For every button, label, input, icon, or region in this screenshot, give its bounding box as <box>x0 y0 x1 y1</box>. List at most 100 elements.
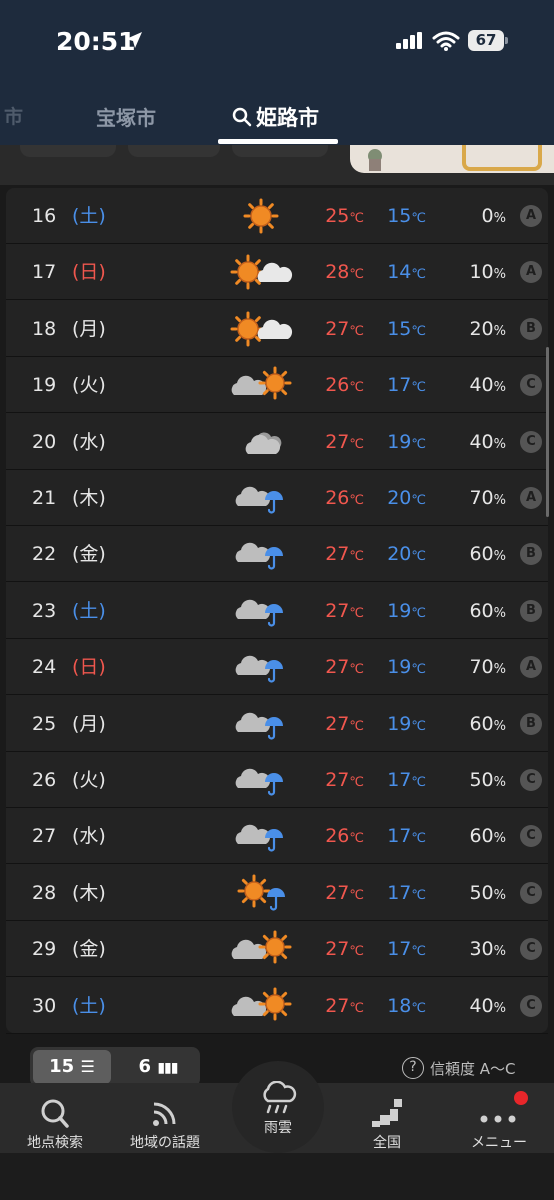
temp-unit: ℃ <box>349 831 364 847</box>
precip-value: 60 <box>469 825 494 848</box>
temp-unit: ℃ <box>349 662 364 678</box>
toggle-15-days[interactable]: 15 ☰ <box>33 1050 111 1084</box>
tab-himeji-label: 姫路市 <box>256 106 319 130</box>
forecast-row[interactable]: 28 (木) 27℃ 17℃ 50% C <box>6 865 548 921</box>
temp-unit: ℃ <box>411 549 426 565</box>
high-temp: 27℃ <box>325 301 364 357</box>
tab-partial[interactable]: 市 <box>4 102 23 129</box>
summary-card <box>128 145 220 157</box>
forecast-row[interactable]: 16 (土) 25℃ 15℃ 0% A <box>6 188 548 244</box>
header: 20:51 67 市 宝塚市 姫路市 <box>0 0 554 145</box>
precip-value: 60 <box>469 712 494 735</box>
percent-unit: % <box>493 267 506 283</box>
toggle-6-days[interactable]: 6 ▮▮▮ <box>120 1050 196 1084</box>
reliability-help[interactable]: ? 信頼度 A〜C <box>402 1057 516 1079</box>
low-temp: 15℃ <box>387 301 426 357</box>
precip-value: 40 <box>469 994 494 1017</box>
high-temp: 27℃ <box>325 978 364 1034</box>
forecast-row[interactable]: 20 (水) 27℃ 19℃ 40% C <box>6 414 548 470</box>
tab-rain-radar[interactable]: 雨雲 <box>232 1061 324 1153</box>
forecast-weekday: (月) <box>72 712 106 735</box>
home-indicator-area <box>0 1153 554 1200</box>
tab-himeji[interactable]: 姫路市 <box>232 102 319 132</box>
cloudy-then-sunny-icon <box>231 930 292 964</box>
temp-unit: ℃ <box>349 549 364 565</box>
sunny-then-cloudy-icon <box>230 311 293 347</box>
forecast-date: 17 <box>32 261 57 284</box>
precip-chance: 50% <box>469 865 506 921</box>
high-temp-value: 27 <box>325 656 350 679</box>
temp-unit: ℃ <box>411 944 426 960</box>
percent-unit: % <box>493 775 506 790</box>
forecast-row[interactable]: 25 (月) 27℃ 19℃ 60% B <box>6 696 548 752</box>
forecast-date: 29 <box>32 938 57 961</box>
forecast-row[interactable]: 18 (月) 27℃ 15℃ 20% B <box>6 301 548 357</box>
high-temp-value: 27 <box>325 599 350 622</box>
precip-chance: 60% <box>469 808 506 864</box>
temp-unit: ℃ <box>349 211 364 226</box>
temp-unit: ℃ <box>411 267 426 283</box>
percent-unit: % <box>493 380 506 396</box>
temp-unit: ℃ <box>411 831 426 847</box>
low-temp-value: 17 <box>387 825 412 848</box>
tab-label: 地域の話題 <box>130 1135 200 1151</box>
precip-chance: 60% <box>469 526 506 582</box>
forecast-row[interactable]: 24 (日) 27℃ 19℃ 70% A <box>6 639 548 696</box>
cloudy-icon <box>245 432 282 454</box>
high-temp: 27℃ <box>325 865 364 921</box>
cloudy-then-rain-icon <box>235 712 283 740</box>
summary-card <box>232 145 328 157</box>
scrollbar[interactable] <box>546 347 549 517</box>
forecast-row[interactable]: 21 (木) 26℃ 20℃ 70% A <box>6 470 548 526</box>
forecast-row[interactable]: 23 (土) 27℃ 19℃ 60% B <box>6 583 548 639</box>
reliability-badge: A <box>520 261 542 284</box>
forecast-list[interactable]: 16 (土) 25℃ 15℃ 0% A 17 (日) 28℃ 14℃ 10% A… <box>6 188 548 1034</box>
temp-unit: ℃ <box>349 380 364 396</box>
forecast-row[interactable]: 29 (金) 27℃ 17℃ 30% C <box>6 921 548 978</box>
precip-value: 50 <box>469 881 494 904</box>
precip-value: 70 <box>469 656 494 679</box>
forecast-weekday: (土) <box>72 205 106 227</box>
wifi-icon <box>432 31 460 51</box>
reliability-badge: C <box>520 430 542 453</box>
forecast-row[interactable]: 19 (火) 26℃ 17℃ 40% C <box>6 357 548 414</box>
low-temp: 20℃ <box>387 526 426 582</box>
forecast-weekday: (土) <box>72 994 106 1017</box>
forecast-row[interactable]: 22 (金) 27℃ 20℃ 60% B <box>6 526 548 583</box>
tab-takarazuka[interactable]: 宝塚市 <box>96 102 156 131</box>
battery-tip <box>505 37 508 44</box>
japan-map-icon <box>372 1099 402 1127</box>
low-temp-value: 17 <box>387 374 412 397</box>
forecast-row[interactable]: 26 (火) 27℃ 17℃ 50% C <box>6 752 548 808</box>
more-icon <box>480 1115 516 1123</box>
low-temp: 19℃ <box>387 414 426 470</box>
low-temp-value: 19 <box>387 599 412 622</box>
precip-value: 40 <box>469 374 494 397</box>
high-temp-value: 26 <box>325 487 350 509</box>
low-temp: 17℃ <box>387 752 426 808</box>
precip-value: 60 <box>469 599 494 622</box>
high-temp-value: 25 <box>325 205 350 227</box>
forecast-date: 22 <box>32 543 57 566</box>
forecast-weekday: (金) <box>72 543 106 566</box>
forecast-row[interactable]: 17 (日) 28℃ 14℃ 10% A <box>6 244 548 301</box>
low-temp-value: 17 <box>387 769 412 791</box>
forecast-weekday: (火) <box>72 769 106 791</box>
low-temp-value: 18 <box>387 994 412 1017</box>
precip-chance: 20% <box>469 301 506 357</box>
forecast-row[interactable]: 27 (水) 26℃ 17℃ 60% C <box>6 808 548 865</box>
percent-unit: % <box>493 662 506 678</box>
weather-illustration <box>350 145 554 173</box>
forecast-date: 18 <box>32 317 57 340</box>
reliability-badge: B <box>520 712 542 735</box>
low-temp-value: 19 <box>387 712 412 735</box>
rss-icon <box>153 1102 176 1126</box>
reliability-badge: C <box>520 881 542 904</box>
sunny-then-rain-icon <box>237 874 285 911</box>
forecast-row[interactable]: 30 (土) 27℃ 18℃ 40% C <box>6 978 548 1034</box>
reliability-badge: C <box>520 994 542 1017</box>
precip-chance: 40% <box>469 414 506 470</box>
temp-unit: ℃ <box>349 605 364 621</box>
reliability-badge: B <box>520 317 542 340</box>
forecast-weekday: (金) <box>72 938 106 961</box>
